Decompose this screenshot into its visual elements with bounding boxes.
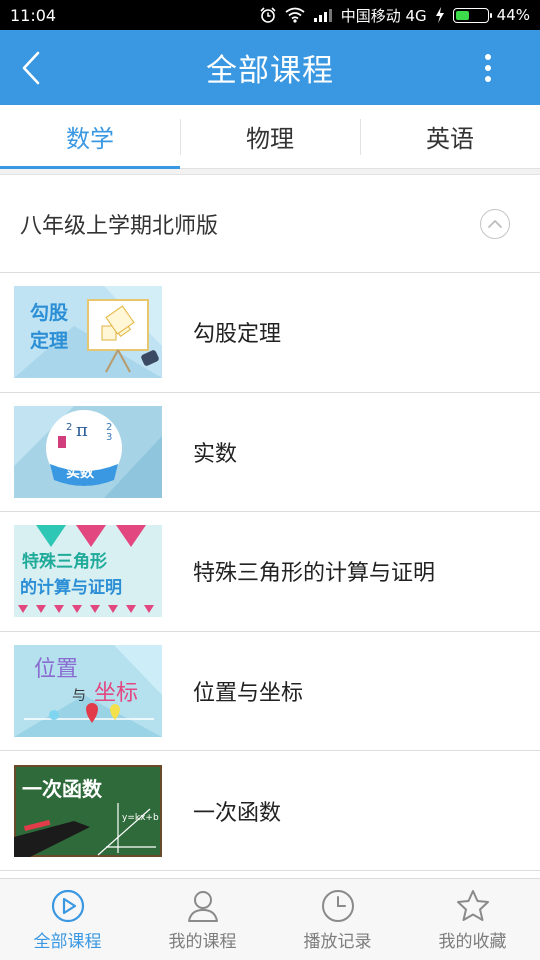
back-button[interactable] bbox=[16, 50, 46, 86]
play-circle-icon bbox=[51, 889, 84, 922]
chevron-left-icon bbox=[22, 51, 40, 85]
course-name: 特殊三角形的计算与证明 bbox=[193, 561, 436, 587]
svg-text:2: 2 bbox=[66, 422, 72, 433]
user-icon bbox=[187, 890, 218, 922]
status-bar: 11:04 中国移动 4G 44% bbox=[0, 0, 540, 30]
thumb-text: 坐标 bbox=[94, 681, 139, 707]
tab-physics[interactable]: 物理 bbox=[180, 105, 360, 168]
signal-icon bbox=[313, 8, 333, 22]
nav-label: 全部课程 bbox=[33, 931, 102, 952]
course-thumbnail-real-numbers: 2 3 2 π 实数 bbox=[14, 405, 162, 498]
wifi-icon bbox=[285, 7, 305, 23]
course-item[interactable]: 2 3 2 π 实数 实数 bbox=[0, 392, 540, 513]
section-title: 八年级上学期北师版 bbox=[20, 214, 219, 239]
more-vertical-icon bbox=[485, 54, 491, 60]
thumb-text: π bbox=[76, 419, 88, 441]
grade-section-header[interactable]: 八年级上学期北师版 bbox=[0, 176, 540, 273]
thumb-text: 勾股 bbox=[30, 302, 69, 325]
course-thumbnail-special-triangles: 特殊三角形 的计算与证明 bbox=[14, 525, 162, 618]
course-name: 位置与坐标 bbox=[193, 681, 304, 707]
battery-fill bbox=[455, 10, 469, 20]
title-bar: 全部课程 bbox=[0, 30, 540, 105]
course-item[interactable]: 勾股 定理 勾股定理 bbox=[0, 273, 540, 393]
thumb-text: 实数 bbox=[66, 464, 94, 481]
clock-icon bbox=[321, 889, 354, 922]
status-time: 11:04 bbox=[10, 5, 57, 25]
thumb-text: 与 bbox=[72, 688, 86, 705]
collapse-button[interactable] bbox=[480, 209, 510, 239]
course-list: 勾股 定理 勾股定理 2 3 2 π 实数 实数 特殊三角形 的计算与证明 特殊… bbox=[0, 273, 540, 871]
course-item[interactable]: 位置 与 坐标 位置与坐标 bbox=[0, 631, 540, 752]
course-name: 实数 bbox=[193, 441, 238, 467]
bottom-nav: 全部课程 我的课程 播放记录 我的收藏 bbox=[0, 878, 540, 960]
carrier-label: 中国移动 4G bbox=[340, 6, 427, 25]
course-thumbnail-pythagorean: 勾股 定理 bbox=[14, 286, 162, 379]
course-item[interactable]: 一次函数 y=kx+b 一次函数 bbox=[0, 751, 540, 871]
divider bbox=[0, 169, 540, 175]
svg-text:3: 3 bbox=[106, 432, 112, 443]
chevron-up-icon bbox=[488, 220, 502, 228]
course-name: 一次函数 bbox=[193, 800, 282, 826]
thumb-text: 一次函数 bbox=[22, 776, 102, 801]
alarm-icon bbox=[259, 6, 277, 24]
nav-label: 我的收藏 bbox=[438, 931, 507, 952]
nav-my-courses[interactable]: 我的课程 bbox=[135, 879, 270, 960]
battery-icon bbox=[452, 7, 492, 23]
thumb-text: 位置 bbox=[34, 657, 79, 683]
tab-label: 物理 bbox=[246, 125, 294, 153]
thumb-text: y=kx+b bbox=[122, 812, 159, 823]
tab-math[interactable]: 数学 bbox=[0, 105, 180, 169]
star-icon bbox=[456, 889, 489, 921]
nav-label: 我的课程 bbox=[168, 931, 237, 952]
battery-percent: 44% bbox=[496, 6, 530, 24]
thumb-text: 的计算与证明 bbox=[20, 578, 122, 599]
course-name: 勾股定理 bbox=[193, 322, 282, 348]
course-thumbnail-coordinates: 位置 与 坐标 bbox=[14, 645, 162, 738]
thumb-text: 特殊三角形 bbox=[22, 552, 107, 573]
tab-label: 数学 bbox=[66, 125, 114, 153]
subject-tabs: 数学 物理 英语 bbox=[0, 105, 540, 169]
charging-icon bbox=[435, 7, 445, 23]
tab-label: 英语 bbox=[426, 125, 474, 153]
more-options-button[interactable] bbox=[472, 50, 504, 86]
nav-all-courses[interactable]: 全部课程 bbox=[0, 879, 135, 960]
status-icons: 中国移动 4G 44% bbox=[259, 5, 530, 26]
nav-favorites[interactable]: 我的收藏 bbox=[405, 879, 540, 960]
course-item[interactable]: 特殊三角形 的计算与证明 特殊三角形的计算与证明 bbox=[0, 512, 540, 632]
nav-play-history[interactable]: 播放记录 bbox=[270, 879, 405, 960]
course-thumbnail-linear-function: 一次函数 y=kx+b bbox=[14, 764, 162, 857]
page-title: 全部课程 bbox=[206, 53, 334, 89]
thumb-text: 定理 bbox=[30, 330, 69, 353]
tab-english[interactable]: 英语 bbox=[360, 105, 540, 168]
nav-label: 播放记录 bbox=[303, 931, 372, 952]
